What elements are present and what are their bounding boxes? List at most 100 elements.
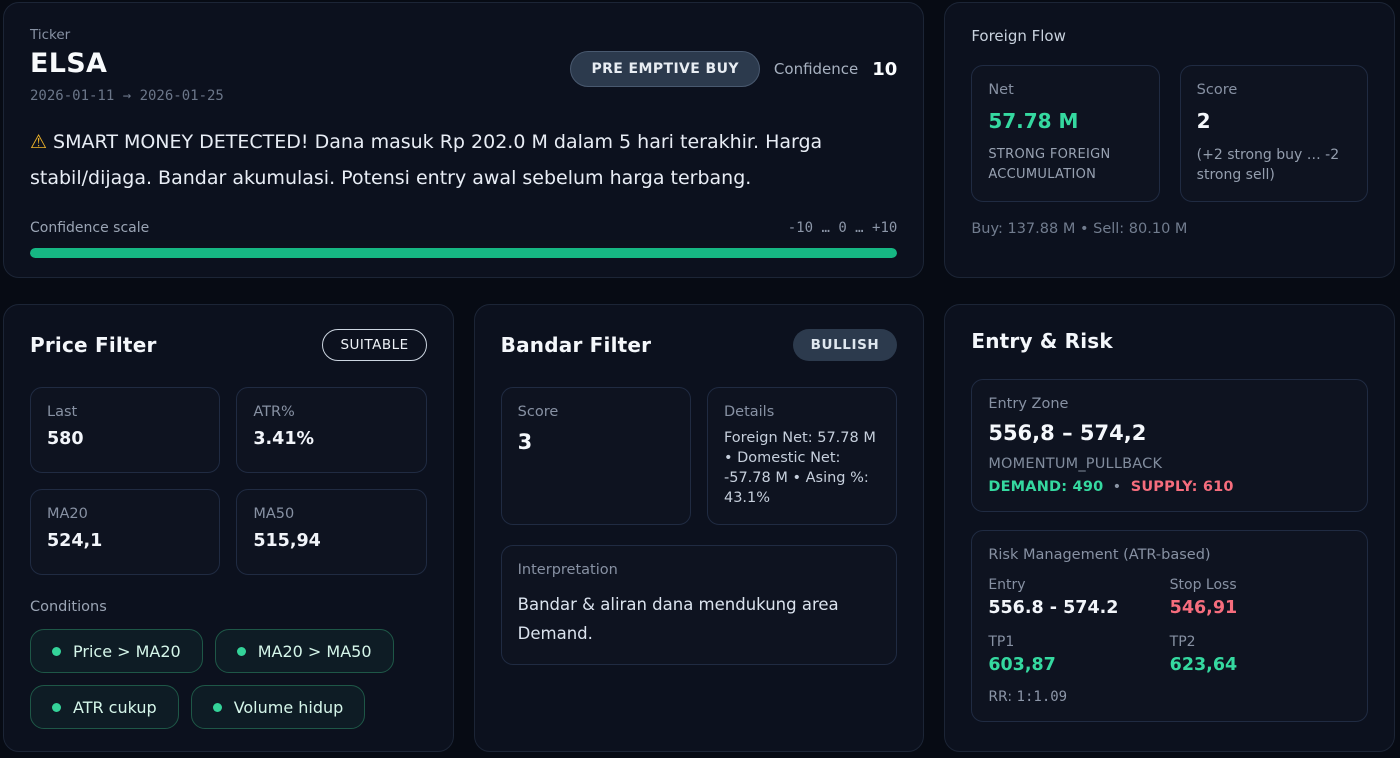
tile-label: MA50 — [253, 506, 295, 522]
condition-chip-ma20-ma50: MA20 > MA50 — [214, 629, 394, 673]
bullish-badge: BULLISH — [792, 329, 898, 361]
alert-text: SMART MONEY DETECTED! Dana masuk Rp 202.… — [30, 131, 823, 189]
confidence-scale-row: Confidence scale -10 … 0 … +10 — [30, 220, 897, 236]
supply-label: SUPPLY: — [1130, 479, 1198, 495]
signal-header: Ticker ELSA 2026-01-11 → 2026-01-25 PRE … — [30, 27, 897, 104]
price-filter-header: Price Filter SUITABLE — [30, 329, 427, 361]
separator-dot: • — [1112, 479, 1122, 495]
bandar-score-value: 3 — [517, 430, 533, 454]
confidence-bar-track — [30, 248, 898, 258]
tile-value: 524,1 — [47, 531, 103, 551]
entry-label: Entry — [988, 577, 1026, 593]
status-dot-icon — [212, 702, 222, 712]
risk-stoploss-cell: Stop Loss 546,91 — [1170, 577, 1351, 618]
score-value: 2 — [1196, 109, 1211, 133]
ticker-block: Ticker ELSA 2026-01-11 → 2026-01-25 — [30, 27, 224, 104]
bandar-details-box: Details Foreign Net: 57.78 M • Domestic … — [706, 387, 898, 525]
conditions-chips: Price > MA20 MA20 > MA50 ATR cukup Volum… — [30, 629, 427, 729]
price-filter-card: Price Filter SUITABLE Last 580 ATR% 3.41… — [3, 304, 454, 752]
confidence-value: 10 — [872, 58, 898, 80]
stop-loss-value: 546,91 — [1169, 598, 1238, 618]
confidence-bar-fill — [30, 248, 898, 258]
score-label: Score — [1196, 82, 1238, 98]
bandar-filter-title: Bandar Filter — [500, 333, 652, 357]
interpretation-box: Interpretation Bandar & aliran dana mend… — [500, 545, 898, 665]
price-filter-title: Price Filter — [30, 333, 157, 357]
demand-value: 490 — [1072, 479, 1104, 495]
risk-tp2-cell: TP2 623,64 — [1170, 634, 1351, 675]
net-label: Net — [988, 82, 1014, 98]
tile-label: MA20 — [47, 506, 88, 522]
bandar-filter-card: Bandar Filter BULLISH Score 3 Details Fo… — [473, 304, 925, 752]
bandar-score-label: Score — [517, 404, 559, 420]
net-value: 57.78 M — [988, 109, 1079, 133]
interpretation-text: Bandar & aliran dana mendukung area Dema… — [517, 595, 839, 643]
risk-entry-cell: Entry 556.8 - 574.2 — [988, 577, 1169, 618]
status-dot-icon — [236, 646, 246, 656]
ticker-label: Ticker — [30, 27, 71, 43]
price-tiles: Last 580 ATR% 3.41% MA20 524,1 MA50 515,… — [30, 387, 427, 575]
tile-atr: ATR% 3.41% — [236, 387, 427, 473]
tp1-value: 603,87 — [988, 655, 1056, 675]
bandar-score-box: Score 3 — [500, 387, 691, 525]
signal-header-right: PRE EMPTIVE BUY Confidence 10 — [570, 51, 897, 87]
tile-label: ATR% — [253, 404, 295, 420]
foreign-flow-title: Foreign Flow — [971, 27, 1066, 45]
confidence-scale-label: Confidence scale — [30, 220, 150, 236]
bandar-filter-header: Bandar Filter BULLISH — [501, 329, 898, 361]
demand-label: DEMAND: — [988, 479, 1068, 495]
risk-tp1-cell: TP1 603,87 — [988, 634, 1169, 675]
tile-value: 580 — [47, 429, 84, 449]
risk-reward-line: RR: 1:1.09 — [988, 689, 1351, 705]
interpretation-label: Interpretation — [517, 562, 618, 578]
chip-label: MA20 > MA50 — [257, 641, 372, 661]
tp2-label: TP2 — [1169, 634, 1196, 650]
signal-card: Ticker ELSA 2026-01-11 → 2026-01-25 PRE … — [3, 2, 925, 278]
score-box: Score 2 (+2 strong buy … -2 strong sell) — [1179, 65, 1368, 202]
chip-label: Volume hidup — [233, 697, 344, 717]
warning-icon: ⚠ — [30, 131, 48, 153]
supply-value: 610 — [1202, 479, 1234, 495]
entry-risk-title: Entry & Risk — [971, 329, 1113, 353]
entry-zone-value: 556,8 – 574,2 — [988, 421, 1147, 445]
date-range: 2026-01-11 → 2026-01-25 — [30, 88, 224, 104]
suitable-badge: SUITABLE — [322, 329, 427, 361]
foreign-flow-card: Foreign Flow Net 57.78 M STRONG FOREIGN … — [944, 2, 1395, 278]
stop-loss-label: Stop Loss — [1169, 577, 1237, 593]
tp1-label: TP1 — [988, 634, 1015, 650]
entry-value: 556.8 - 574.2 — [988, 598, 1119, 618]
smart-money-alert: ⚠ SMART MONEY DETECTED! Dana masuk Rp 202… — [30, 124, 897, 196]
tile-last: Last 580 — [30, 387, 221, 473]
chip-label: Price > MA20 — [73, 641, 181, 661]
condition-chip-volume: Volume hidup — [190, 685, 366, 729]
dashboard-grid: Ticker ELSA 2026-01-11 → 2026-01-25 PRE … — [0, 0, 1400, 758]
entry-risk-card: Entry & Risk Entry Zone 556,8 – 574,2 MO… — [944, 304, 1395, 752]
ticker-symbol: ELSA — [30, 48, 108, 79]
condition-chip-atr: ATR cukup — [30, 685, 179, 729]
tile-ma50: MA50 515,94 — [236, 489, 427, 575]
recommendation-badge: PRE EMPTIVE BUY — [570, 51, 760, 87]
tp2-value: 623,64 — [1169, 655, 1238, 675]
bandar-boxes: Score 3 Details Foreign Net: 57.78 M • D… — [500, 387, 898, 525]
status-dot-icon — [52, 702, 61, 712]
score-description: (+2 strong buy … -2 strong sell) — [1196, 147, 1340, 183]
condition-chip-price-ma20: Price > MA20 — [30, 629, 203, 673]
strategy-name: MOMENTUM_PULLBACK — [988, 456, 1163, 472]
entry-zone-box: Entry Zone 556,8 – 574,2 MOMENTUM_PULLBA… — [971, 379, 1368, 512]
buy-sell-summary: Buy: 137.88 M • Sell: 80.10 M — [971, 221, 1188, 237]
status-dot-icon — [52, 646, 61, 656]
rr-value: 1:1.09 — [1016, 689, 1068, 705]
confidence-scale-range: -10 … 0 … +10 — [787, 220, 898, 236]
tile-ma20: MA20 524,1 — [30, 489, 221, 575]
net-box: Net 57.78 M STRONG FOREIGN ACCUMULATION — [971, 65, 1160, 202]
bandar-details-label: Details — [723, 404, 775, 420]
foreign-flow-boxes: Net 57.78 M STRONG FOREIGN ACCUMULATION … — [971, 65, 1368, 202]
conditions-label: Conditions — [30, 599, 107, 615]
tile-value: 3.41% — [253, 429, 315, 449]
risk-grid: Entry 556.8 - 574.2 Stop Loss 546,91 TP1… — [988, 577, 1351, 675]
bandar-details-text: Foreign Net: 57.78 M • Domestic Net: -57… — [723, 430, 876, 506]
net-description: STRONG FOREIGN ACCUMULATION — [988, 147, 1111, 182]
risk-management-box: Risk Management (ATR-based) Entry 556.8 … — [971, 530, 1368, 722]
chip-label: ATR cukup — [73, 697, 157, 717]
entry-zone-label: Entry Zone — [988, 396, 1069, 412]
